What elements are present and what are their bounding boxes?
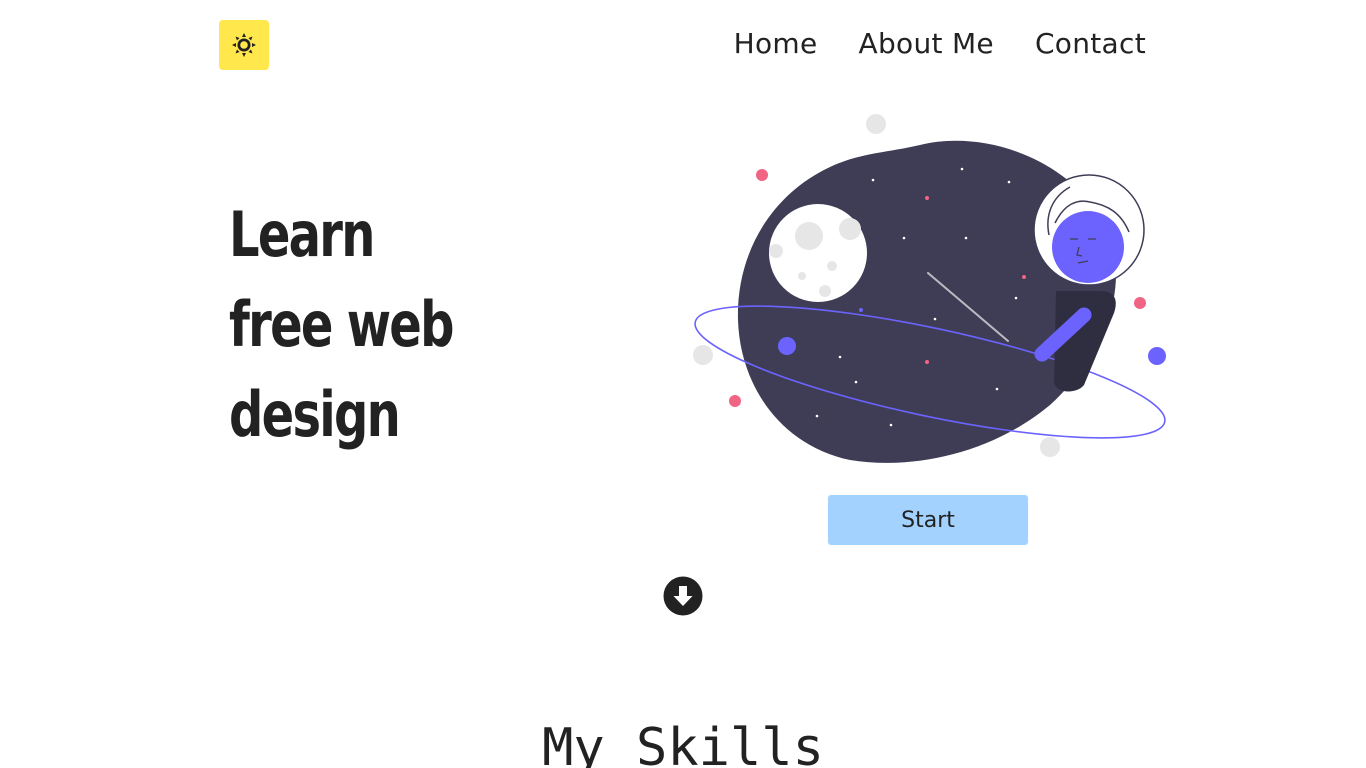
hero-title: Learn free web design [229, 190, 454, 460]
sun-icon [232, 33, 256, 57]
hero-title-line-1: Learn [229, 198, 375, 271]
start-button[interactable]: Start [828, 495, 1028, 545]
skills-heading: My Skills [542, 718, 824, 768]
theme-toggle-button[interactable] [219, 20, 269, 70]
nav-about-link[interactable]: About Me [858, 26, 993, 62]
nav-contact-link[interactable]: Contact [1035, 26, 1146, 62]
hero-title-line-2: free web [229, 288, 454, 361]
space-illustration [693, 114, 1166, 463]
nav-home-link[interactable]: Home [734, 26, 818, 62]
main-nav: Home About Me Contact [734, 26, 1146, 62]
arrow-down-circle-icon[interactable] [663, 576, 703, 616]
hero-title-line-3: design [229, 378, 401, 451]
landing-page: Home About Me Contact Learn free web des… [0, 0, 1366, 768]
